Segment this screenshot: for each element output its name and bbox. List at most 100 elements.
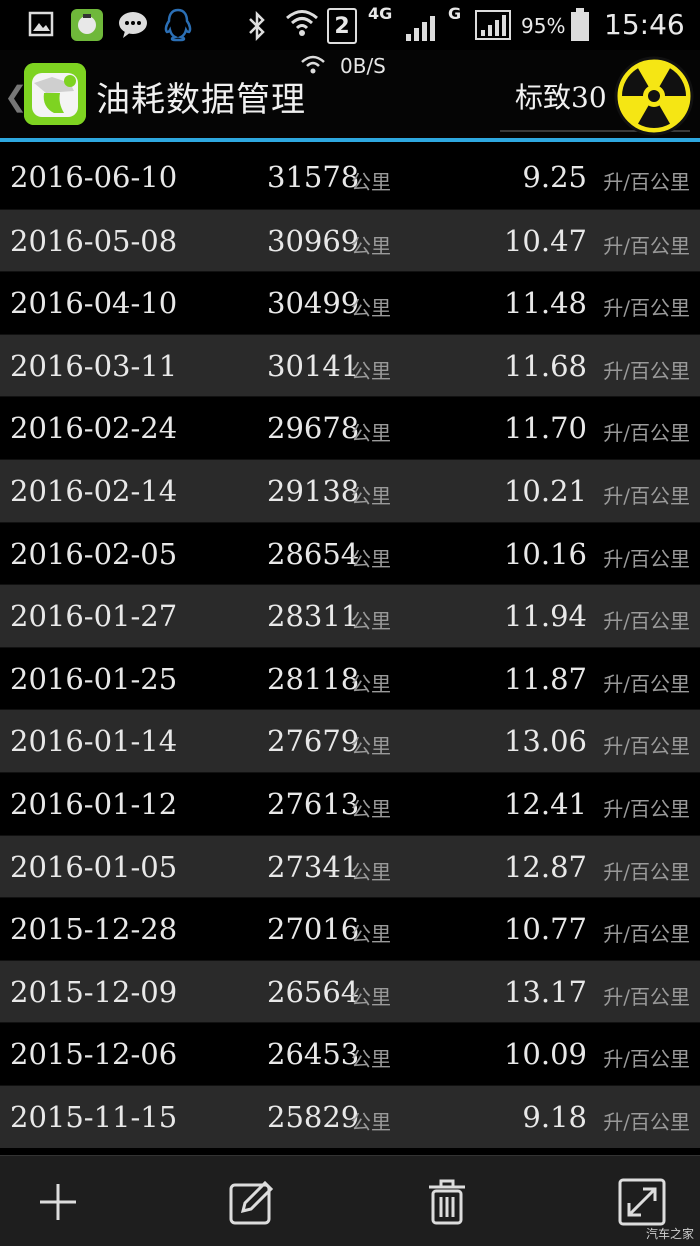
expand-icon — [617, 1177, 667, 1231]
record-date: 2016-06-10 — [10, 160, 178, 194]
consumption-unit: 升/百公里 — [603, 1047, 690, 1072]
record-consumption: 11.70 — [503, 411, 587, 446]
distance-unit: 公里 — [351, 546, 391, 571]
bottom-toolbar: 汽车之家 — [0, 1155, 700, 1246]
record-date: 2016-01-05 — [10, 849, 178, 884]
consumption-unit: 升/百公里 — [603, 421, 690, 446]
list-item[interactable]: 2016-03-11 30141 公里 11.68 升/百公里 — [0, 333, 700, 397]
record-odometer: 26564 — [267, 974, 360, 1009]
list-item[interactable]: 2016-05-08 30969 公里 10.47 升/百公里 — [0, 208, 700, 272]
list-item[interactable]: 2015-11-15 25829 公里 9.18 升/百公里 — [0, 1084, 700, 1148]
record-consumption: 11.68 — [503, 348, 587, 383]
edit-icon — [227, 1177, 277, 1231]
add-button[interactable] — [28, 1174, 88, 1234]
distance-unit: 公里 — [351, 734, 391, 759]
consumption-unit: 升/百公里 — [603, 170, 690, 194]
wifi-icon — [285, 8, 319, 38]
list-item[interactable]: 2016-01-14 27679 公里 13.06 升/百公里 — [0, 709, 700, 772]
record-consumption: 9.18 — [522, 1099, 587, 1134]
radiation-icon[interactable] — [614, 56, 694, 140]
list-item[interactable]: 2016-02-24 29678 公里 11.70 升/百公里 — [0, 396, 700, 459]
list-item[interactable]: 2016-01-25 28118 公里 11.87 升/百公里 — [0, 646, 700, 710]
trash-icon — [425, 1177, 469, 1231]
list-item[interactable]: 2016-01-27 28311 公里 11.94 升/百公里 — [0, 584, 700, 647]
distance-unit: 公里 — [351, 483, 391, 508]
network-g-label: G — [448, 4, 462, 23]
list-item[interactable]: 2016-04-10 30499 公里 11.48 升/百公里 — [0, 271, 700, 334]
add-icon — [36, 1180, 80, 1228]
record-date: 2015-11-15 — [10, 1099, 178, 1134]
list-item[interactable]: 2016-01-05 27341 公里 12.87 升/百公里 — [0, 834, 700, 898]
distance-unit: 公里 — [351, 358, 391, 383]
header-accent-line — [0, 138, 700, 142]
record-odometer: 30499 — [267, 286, 360, 321]
app-icon — [70, 8, 104, 42]
record-consumption: 9.25 — [522, 160, 587, 194]
record-date: 2016-01-12 — [10, 786, 178, 821]
app-logo[interactable] — [24, 63, 86, 125]
distance-unit: 公里 — [351, 671, 391, 696]
record-consumption: 12.41 — [503, 786, 587, 821]
network-4g-label: 4G — [368, 4, 393, 23]
gallery-icon — [28, 11, 54, 37]
consumption-unit: 升/百公里 — [603, 796, 690, 821]
distance-unit: 公里 — [351, 296, 391, 321]
distance-unit: 公里 — [351, 1109, 391, 1134]
record-odometer: 28118 — [267, 661, 360, 696]
record-consumption: 10.77 — [503, 912, 587, 947]
record-consumption: 11.48 — [503, 286, 587, 321]
distance-unit: 公里 — [351, 796, 391, 821]
list-item[interactable]: 2015-12-09 26564 公里 13.17 升/百公里 — [0, 959, 700, 1023]
record-odometer: 30141 — [267, 348, 360, 383]
list-item[interactable]: 2016-02-14 29138 公里 10.21 升/百公里 — [0, 458, 700, 522]
list-item[interactable]: 2015-12-06 26453 公里 10.09 升/百公里 — [0, 1022, 700, 1085]
record-date: 2016-02-24 — [10, 411, 178, 446]
consumption-unit: 升/百公里 — [603, 609, 690, 634]
distance-unit: 公里 — [351, 609, 391, 634]
record-date: 2016-01-14 — [10, 724, 178, 759]
car-selector[interactable]: 标致30 — [515, 76, 607, 116]
record-odometer: 30969 — [267, 223, 360, 258]
distance-unit: 公里 — [351, 859, 391, 884]
delete-button[interactable] — [417, 1174, 477, 1234]
battery-percent: 95% — [521, 14, 566, 38]
page-title: 油耗数据管理 — [96, 80, 306, 120]
net-speed: 0B/S — [340, 54, 386, 78]
list-item[interactable]: 2016-06-10 31578 公里 9.25 升/百公里 — [0, 146, 700, 209]
record-odometer: 27341 — [267, 849, 360, 884]
consumption-unit: 升/百公里 — [603, 296, 690, 321]
consumption-unit: 升/百公里 — [603, 671, 690, 696]
record-consumption: 10.16 — [503, 536, 587, 571]
distance-unit: 公里 — [351, 984, 391, 1009]
watermark: 汽车之家 — [645, 1227, 694, 1241]
record-date: 2016-02-05 — [10, 536, 178, 571]
app-header: ❮ 油耗数据管理 0B/S 标致30 — [0, 50, 700, 138]
qq-icon — [163, 8, 193, 42]
record-odometer: 27613 — [267, 786, 360, 821]
sim-slot-badge: 2 — [327, 8, 357, 44]
record-date: 2016-02-14 — [10, 473, 178, 508]
consumption-unit: 升/百公里 — [603, 1109, 690, 1134]
record-date: 2015-12-28 — [10, 912, 178, 947]
consumption-unit: 升/百公里 — [603, 734, 690, 759]
record-consumption: 11.87 — [503, 661, 587, 696]
list-item[interactable]: 2016-01-12 27613 公里 12.41 升/百公里 — [0, 771, 700, 835]
record-odometer: 26453 — [267, 1037, 360, 1072]
record-date: 2016-01-25 — [10, 661, 178, 696]
record-date: 2015-12-09 — [10, 974, 178, 1009]
record-date: 2016-01-27 — [10, 599, 178, 634]
consumption-unit: 升/百公里 — [603, 358, 690, 383]
record-date: 2016-04-10 — [10, 286, 178, 321]
edit-button[interactable] — [222, 1174, 282, 1234]
list-item[interactable]: 2016-02-05 28654 公里 10.16 升/百公里 — [0, 521, 700, 585]
record-consumption: 13.06 — [503, 724, 587, 759]
record-odometer: 29678 — [267, 411, 360, 446]
consumption-unit: 升/百公里 — [603, 984, 690, 1009]
record-odometer: 31578 — [267, 160, 360, 194]
record-odometer: 28311 — [267, 599, 360, 634]
consumption-unit: 升/百公里 — [603, 922, 690, 947]
list-item[interactable]: 2015-12-28 27016 公里 10.77 升/百公里 — [0, 897, 700, 960]
consumption-unit: 升/百公里 — [603, 546, 690, 571]
record-odometer: 27016 — [267, 912, 360, 947]
status-bar: 2 4G G 95% 15:46 — [0, 0, 700, 50]
